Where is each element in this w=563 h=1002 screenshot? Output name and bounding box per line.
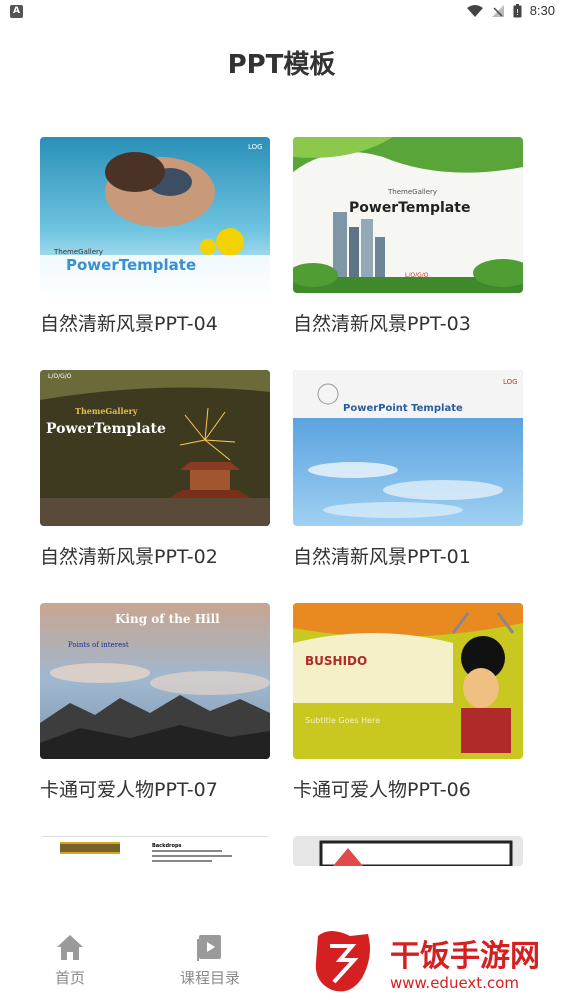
thumb-logo: LOG	[503, 378, 518, 386]
thumb-heading: King of the Hill	[115, 612, 220, 626]
template-card[interactable]: ThemeGallery PowerTemplate LOG 自然清新风景PPT…	[40, 137, 272, 336]
thumb-brand: ThemeGallery	[75, 406, 138, 416]
template-thumbnail[interactable]: ThemeGallery PowerTemplate L/O/G/O	[293, 137, 523, 293]
thumb-logo: LOG	[248, 143, 263, 151]
template-card[interactable]: ThemeGallery PowerTemplate L/O/G/O 自然清新风…	[293, 137, 525, 336]
tab-course-catalog[interactable]: 课程目录	[150, 933, 270, 988]
template-thumbnail[interactable]: PowerPoint Template LOG	[293, 370, 523, 526]
thumb-heading: PowerTemplate	[66, 256, 196, 274]
template-card[interactable]: L/O/G/O ThemeGallery PowerTemplate 自然清新风…	[40, 370, 272, 569]
tab-label: 课程目录	[179, 969, 240, 987]
template-thumbnail[interactable]: King of the Hill Points of interest	[40, 603, 270, 759]
template-title[interactable]: 自然清新风景PPT-04	[40, 309, 272, 336]
video-library-icon	[197, 935, 221, 961]
template-thumbnail[interactable]: Backdrops	[40, 836, 270, 866]
template-card[interactable]	[293, 836, 525, 866]
thumb-heading: PowerTemplate	[349, 200, 470, 216]
tab-label: 首页	[54, 969, 85, 987]
template-card[interactable]: PowerPoint Template LOG 自然清新风景PPT-01	[293, 370, 525, 569]
thumb-heading: PowerPoint Template	[343, 403, 463, 414]
watermark-text: 干饭手游网	[390, 939, 540, 974]
template-thumbnail[interactable]	[293, 836, 523, 866]
watermark-overlay: 干饭手游网 www.eduext.com	[310, 926, 560, 998]
thumb-heading: Backdrops	[152, 843, 182, 849]
template-card[interactable]: BUSHIDO Subtitle Goes Here 卡通可爱人物PPT-06	[293, 603, 525, 802]
template-title[interactable]: 自然清新风景PPT-03	[293, 309, 525, 336]
template-title[interactable]: 自然清新风景PPT-02	[40, 542, 272, 569]
thumb-heading: PowerTemplate	[46, 421, 166, 437]
template-title[interactable]: 卡通可爱人物PPT-06	[293, 775, 525, 802]
template-grid: ThemeGallery PowerTemplate LOG 自然清新风景PPT…	[0, 0, 563, 870]
template-thumbnail[interactable]: ThemeGallery PowerTemplate LOG	[40, 137, 270, 293]
thumb-logo: Points of interest	[68, 641, 129, 649]
watermark-url: www.eduext.com	[390, 974, 519, 992]
tab-home[interactable]: 首页	[10, 933, 130, 988]
home-icon	[57, 935, 83, 960]
template-card[interactable]: Backdrops	[40, 836, 272, 866]
thumb-brand: ThemeGallery	[387, 188, 437, 196]
template-title[interactable]: 卡通可爱人物PPT-07	[40, 775, 272, 802]
thumb-logo: Subtitle Goes Here	[305, 716, 380, 725]
thumb-logo: L/O/G/O	[48, 373, 72, 380]
thumb-logo: L/O/G/O	[405, 272, 429, 279]
template-title[interactable]: 自然清新风景PPT-01	[293, 542, 525, 569]
template-thumbnail[interactable]: L/O/G/O ThemeGallery PowerTemplate	[40, 370, 270, 526]
thumb-brand: ThemeGallery	[53, 248, 103, 256]
thumb-heading: BUSHIDO	[305, 654, 367, 668]
template-thumbnail[interactable]: BUSHIDO Subtitle Goes Here	[293, 603, 523, 759]
template-card[interactable]: King of the Hill Points of interest 卡通可爱…	[40, 603, 272, 802]
